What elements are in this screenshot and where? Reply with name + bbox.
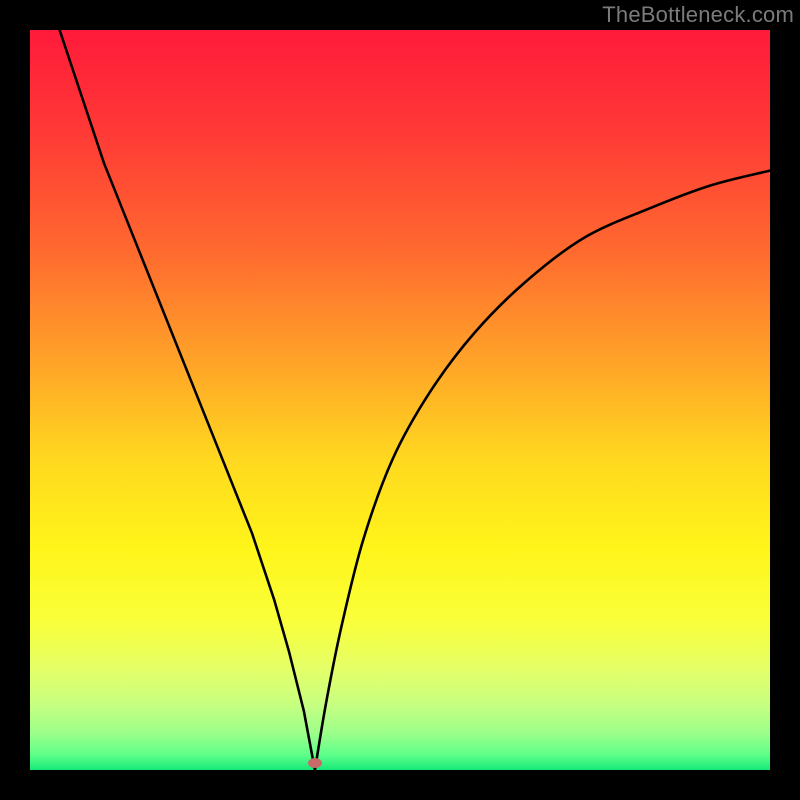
optimal-point-marker bbox=[308, 758, 322, 768]
chart-frame: TheBottleneck.com bbox=[0, 0, 800, 800]
bottleneck-curve bbox=[30, 30, 770, 770]
watermark-text: TheBottleneck.com bbox=[602, 2, 794, 28]
plot-area bbox=[30, 30, 770, 770]
